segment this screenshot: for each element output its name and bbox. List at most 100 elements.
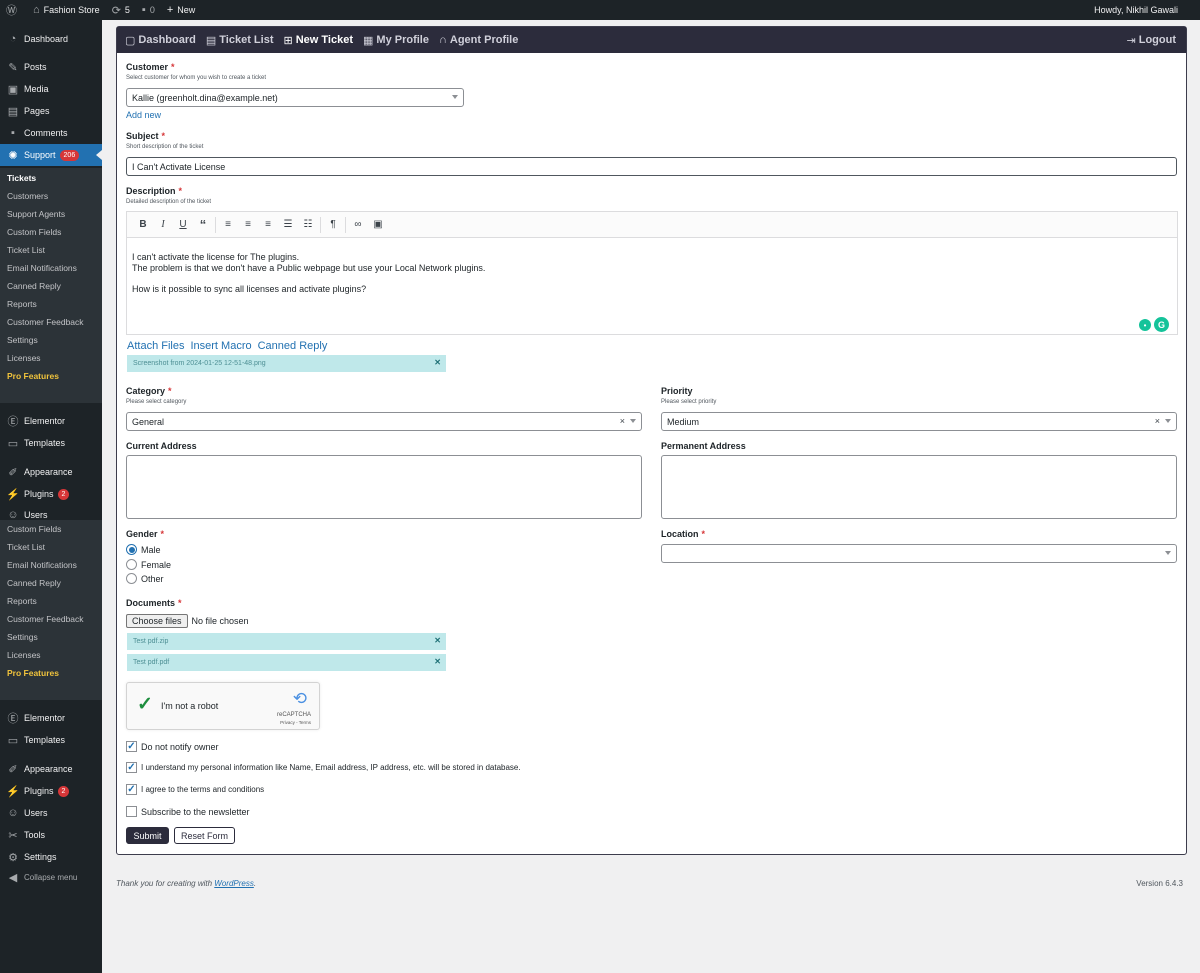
menu-plugins[interactable]: ⚡ Plugins 2 xyxy=(0,483,102,505)
nav-dashboard[interactable]: ▢ Dashboard xyxy=(125,34,196,47)
checkbox-box[interactable] xyxy=(126,806,137,817)
checkmark-icon[interactable]: ✓ xyxy=(137,693,153,716)
current-address-textarea[interactable] xyxy=(126,455,642,519)
menu-tools[interactable]: ✂ Tools xyxy=(0,824,102,846)
menu-dashboard[interactable]: ◔ Dashboard xyxy=(0,28,102,50)
submenu-email-notifications[interactable]: Email Notifications xyxy=(0,556,102,574)
description-editor[interactable]: B I U “ ≡ ≡ ≡ ☰ ☷ ¶ ∞ ▣ I can't activate… xyxy=(126,211,1178,335)
checkbox-box[interactable]: ✓ xyxy=(126,784,137,795)
menu-appearance[interactable]: ✐ Appearance xyxy=(0,758,102,780)
remove-icon[interactable]: ✕ xyxy=(434,657,441,666)
wordpress-logo[interactable]: Ⓦ xyxy=(0,0,27,20)
editor-content[interactable]: I can't activate the license for The plu… xyxy=(127,238,1177,309)
menu-templates[interactable]: ▭ Templates xyxy=(0,729,102,751)
clear-icon[interactable]: × xyxy=(620,416,625,426)
choose-files-button[interactable]: Choose files xyxy=(126,614,188,628)
menu-support[interactable]: ✺ Support 206 xyxy=(0,144,102,166)
nav-logout[interactable]: ⇥ Logout xyxy=(1127,34,1176,47)
remove-icon[interactable]: ✕ xyxy=(434,636,441,645)
nav-new-ticket[interactable]: ⊞ New Ticket xyxy=(284,34,354,47)
menu-appearance[interactable]: ✐ Appearance xyxy=(0,461,102,483)
privacy-checkbox[interactable]: ✓ I understand my personal information li… xyxy=(126,762,521,773)
checkbox-box[interactable]: ✓ xyxy=(126,762,137,773)
submenu-licenses[interactable]: Licenses xyxy=(0,646,102,664)
paragraph-icon[interactable]: ¶ xyxy=(323,219,343,230)
submenu-reports[interactable]: Reports xyxy=(0,592,102,610)
my-account-link[interactable]: Howdy, Nikhil Gawali xyxy=(1088,0,1200,20)
grammarly-icon[interactable]: G xyxy=(1154,317,1169,332)
nav-agent-profile[interactable]: ∩ Agent Profile xyxy=(439,34,518,46)
submenu-customers[interactable]: Customers xyxy=(0,187,102,205)
category-select[interactable]: General × xyxy=(126,412,642,431)
radio-button[interactable] xyxy=(126,573,137,584)
notify-owner-checkbox[interactable]: ✓ Do not notify owner xyxy=(126,741,219,752)
submenu-pro-features[interactable]: Pro Features xyxy=(0,367,102,385)
insert-macro-link[interactable]: Insert Macro xyxy=(190,340,251,352)
checkbox-box[interactable]: ✓ xyxy=(126,741,137,752)
priority-select[interactable]: Medium × xyxy=(661,412,1177,431)
lightbulb-icon[interactable]: • xyxy=(1139,319,1151,331)
customer-select[interactable]: Kallie (greenholt.dina@example.net) xyxy=(126,88,464,107)
bullet-list-icon[interactable]: ☰ xyxy=(278,219,298,230)
align-center-icon[interactable]: ≡ xyxy=(238,219,258,230)
underline-icon[interactable]: U xyxy=(173,219,193,230)
gender-radio-female[interactable]: Female xyxy=(126,559,171,570)
submenu-ticket-list[interactable]: Ticket List xyxy=(0,241,102,259)
nav-my-profile[interactable]: ▦ My Profile xyxy=(363,34,429,47)
menu-settings[interactable]: ⚙ Settings xyxy=(0,846,102,868)
add-new-customer-link[interactable]: Add new xyxy=(126,110,161,120)
menu-comments[interactable]: ▪ Comments xyxy=(0,122,102,144)
wordpress-link[interactable]: WordPress xyxy=(214,879,254,888)
attach-files-link[interactable]: Attach Files xyxy=(127,340,184,352)
submenu-pro-features[interactable]: Pro Features xyxy=(0,664,102,682)
terms-checkbox[interactable]: ✓ I agree to the terms and conditions xyxy=(126,784,264,795)
site-name-link[interactable]: ⌂ Fashion Store xyxy=(27,0,106,20)
menu-elementor[interactable]: Ⓔ Elementor xyxy=(0,707,102,729)
submenu-canned-reply[interactable]: Canned Reply xyxy=(0,574,102,592)
bold-icon[interactable]: B xyxy=(133,219,153,230)
submenu-licenses[interactable]: Licenses xyxy=(0,349,102,367)
clear-icon[interactable]: × xyxy=(1155,416,1160,426)
menu-elementor[interactable]: Ⓔ Elementor xyxy=(0,410,102,432)
link-icon[interactable]: ∞ xyxy=(348,219,368,230)
collapse-menu-button[interactable]: ◀ Collapse menu xyxy=(0,866,102,888)
gender-radio-male[interactable]: Male xyxy=(126,544,161,555)
submenu-custom-fields[interactable]: Custom Fields xyxy=(0,223,102,241)
submit-button[interactable]: Submit xyxy=(126,827,169,844)
location-select[interactable] xyxy=(661,544,1177,563)
align-left-icon[interactable]: ≡ xyxy=(218,219,238,230)
gender-radio-other[interactable]: Other xyxy=(126,573,164,584)
submenu-email-notifications[interactable]: Email Notifications xyxy=(0,259,102,277)
image-icon[interactable]: ▣ xyxy=(368,219,388,230)
submenu-customer-feedback[interactable]: Customer Feedback xyxy=(0,313,102,331)
documents-file-input[interactable]: Choose files No file chosen xyxy=(126,614,249,628)
nav-ticket-list[interactable]: ▤ Ticket List xyxy=(206,34,274,47)
submenu-settings[interactable]: Settings xyxy=(0,628,102,646)
submenu-canned-reply[interactable]: Canned Reply xyxy=(0,277,102,295)
new-content-link[interactable]: + New xyxy=(161,0,201,20)
submenu-tickets[interactable]: Tickets xyxy=(0,169,102,187)
menu-templates[interactable]: ▭ Templates xyxy=(0,432,102,454)
menu-users[interactable]: ☺ Users xyxy=(0,802,102,824)
submenu-settings[interactable]: Settings xyxy=(0,331,102,349)
radio-button[interactable] xyxy=(126,559,137,570)
subject-input[interactable]: I Can't Activate License xyxy=(126,157,1177,176)
radio-button[interactable] xyxy=(126,544,137,555)
menu-posts[interactable]: ✎ Posts xyxy=(0,56,102,78)
comments-link[interactable]: ▪ 0 xyxy=(136,0,161,20)
updates-link[interactable]: ⟳ 5 xyxy=(106,0,136,20)
menu-media[interactable]: ▣ Media xyxy=(0,78,102,100)
recaptcha-links[interactable]: Privacy - Terms xyxy=(280,720,311,725)
submenu-custom-fields[interactable]: Custom Fields xyxy=(0,520,102,538)
reset-form-button[interactable]: Reset Form xyxy=(174,827,235,844)
numbered-list-icon[interactable]: ☷ xyxy=(298,219,318,230)
submenu-support-agents[interactable]: Support Agents xyxy=(0,205,102,223)
italic-icon[interactable]: I xyxy=(153,219,173,230)
remove-icon[interactable]: ✕ xyxy=(434,358,441,367)
menu-pages[interactable]: ▤ Pages xyxy=(0,100,102,122)
submenu-ticket-list[interactable]: Ticket List xyxy=(0,538,102,556)
blockquote-icon[interactable]: “ xyxy=(193,217,213,232)
newsletter-checkbox[interactable]: Subscribe to the newsletter xyxy=(126,806,250,817)
canned-reply-link[interactable]: Canned Reply xyxy=(258,340,328,352)
submenu-reports[interactable]: Reports xyxy=(0,295,102,313)
